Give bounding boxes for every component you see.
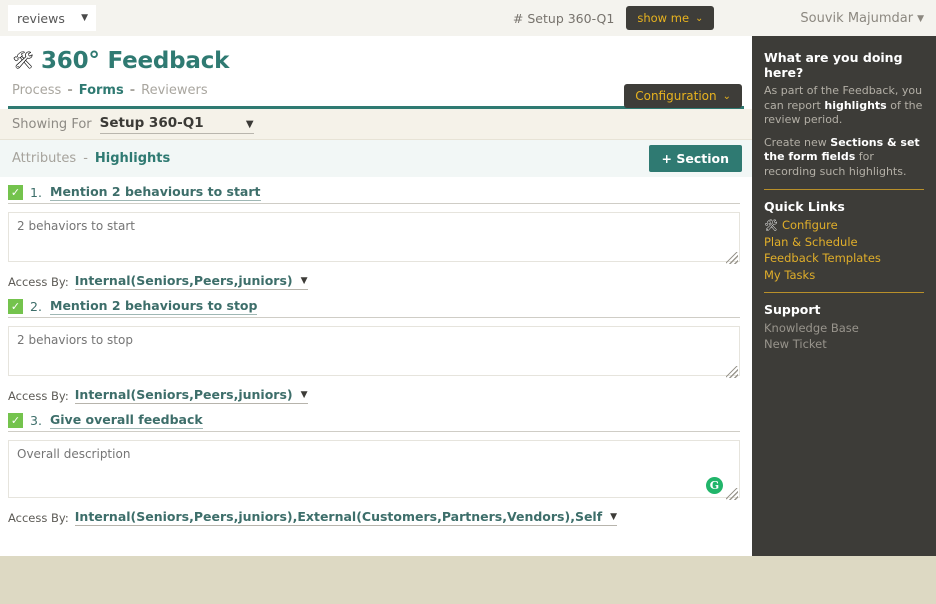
access-by-dropdown[interactable]: Internal(Seniors,Peers,juniors) ▼ bbox=[74, 273, 308, 290]
configuration-button[interactable]: Configuration ⌄ bbox=[624, 84, 742, 108]
form-item-number: 2. bbox=[30, 298, 42, 314]
access-by-value: Internal(Seniors,Peers,juniors) bbox=[74, 273, 293, 288]
help-p1-highlight: highlights bbox=[824, 98, 887, 112]
sidebar-item-feedback-templates[interactable]: Feedback Templates bbox=[764, 251, 924, 265]
sidebar-item-configure[interactable]: 🛠 Configure bbox=[764, 218, 924, 232]
form-item-number: 3. bbox=[30, 412, 42, 428]
grammarly-icon[interactable]: G bbox=[706, 477, 723, 494]
show-me-label: show me bbox=[637, 11, 690, 25]
form-item: ✓ 2. Mention 2 behaviours to stop Access… bbox=[8, 297, 740, 404]
top-bar: reviews ▼ # Setup 360-Q1 show me ⌄ Souvi… bbox=[0, 0, 936, 36]
sidebar-item-my-tasks[interactable]: My Tasks bbox=[764, 268, 924, 282]
app-root: reviews ▼ # Setup 360-Q1 show me ⌄ Souvi… bbox=[0, 0, 936, 604]
tab-list: Attributes - Highlights bbox=[12, 151, 170, 166]
access-by-dropdown[interactable]: Internal(Seniors,Peers,juniors) ▼ bbox=[74, 387, 308, 404]
showing-for-label: Showing For bbox=[12, 116, 92, 132]
showing-for-value: Setup 360-Q1 bbox=[99, 114, 204, 131]
sidebar-item-plan-schedule[interactable]: Plan & Schedule bbox=[764, 235, 924, 249]
access-by-label: Access By: bbox=[8, 275, 69, 289]
sidebar-divider bbox=[764, 189, 924, 191]
help-paragraph-2: Create new Sections & set the form field… bbox=[764, 136, 924, 180]
checkbox-checked-icon[interactable]: ✓ bbox=[8, 412, 23, 428]
access-by-label: Access By: bbox=[8, 389, 69, 403]
form-item-textarea[interactable] bbox=[8, 440, 740, 498]
access-by-row: Access By: Internal(Seniors,Peers,junior… bbox=[8, 273, 740, 290]
breadcrumb-separator: - bbox=[67, 83, 73, 98]
main-panel: 🛠 360° Feedback Process - Forms - Review… bbox=[0, 36, 752, 556]
checkbox-checked-icon[interactable]: ✓ bbox=[8, 184, 23, 200]
user-menu[interactable]: Souvik Majumdar ▼ bbox=[800, 11, 924, 26]
checkbox-checked-icon[interactable]: ✓ bbox=[8, 298, 23, 314]
add-section-button[interactable]: + Section bbox=[648, 145, 742, 172]
quick-links-title: Quick Links bbox=[764, 199, 845, 215]
form-item-header: ✓ 3. Give overall feedback bbox=[8, 411, 740, 432]
sidebar-item-label: My Tasks bbox=[764, 267, 816, 282]
breadcrumb-item-process[interactable]: Process bbox=[12, 83, 61, 98]
access-by-value: Internal(Seniors,Peers,juniors) bbox=[74, 387, 293, 402]
tabs-bar: Attributes - Highlights + Section bbox=[0, 140, 752, 177]
access-by-row: Access By: Internal(Seniors,Peers,junior… bbox=[8, 387, 740, 404]
page-header: 🛠 360° Feedback Process - Forms - Review… bbox=[0, 36, 752, 108]
chevron-down-icon: ⌄ bbox=[695, 12, 704, 24]
form-item-textarea-wrap bbox=[8, 326, 740, 380]
setup-context-label: # Setup 360-Q1 bbox=[512, 10, 615, 26]
form-item-list: ✓ 1. Mention 2 behaviours to start Acces… bbox=[0, 177, 752, 526]
tab-highlights[interactable]: Highlights bbox=[95, 151, 170, 166]
chevron-down-icon: ▼ bbox=[300, 275, 308, 286]
form-item-textarea-wrap bbox=[8, 212, 740, 266]
page-title: 360° Feedback bbox=[41, 48, 230, 74]
tools-icon: 🛠 bbox=[764, 218, 778, 232]
breadcrumb-item-forms[interactable]: Forms bbox=[79, 83, 124, 98]
sidebar-divider bbox=[764, 291, 924, 293]
access-by-label: Access By: bbox=[8, 511, 69, 525]
breadcrumb-item-reviewers[interactable]: Reviewers bbox=[141, 83, 208, 98]
tools-icon: 🛠 bbox=[12, 50, 34, 71]
page-footer-strip bbox=[0, 556, 936, 604]
access-by-dropdown[interactable]: Internal(Seniors,Peers,juniors),External… bbox=[74, 509, 618, 526]
form-item-title[interactable]: Mention 2 behaviours to stop bbox=[50, 298, 258, 315]
form-item: ✓ 3. Give overall feedback G Access By: … bbox=[8, 411, 740, 526]
chevron-down-icon: ▼ bbox=[81, 13, 88, 23]
support-title: Support bbox=[764, 301, 821, 317]
chevron-down-icon: ▼ bbox=[300, 389, 308, 400]
tab-attributes[interactable]: Attributes bbox=[12, 151, 76, 166]
form-item-header: ✓ 1. Mention 2 behaviours to start bbox=[8, 183, 740, 204]
context-dropdown[interactable]: reviews ▼ bbox=[8, 5, 96, 31]
showing-for-bar: Showing For Setup 360-Q1 ▼ bbox=[0, 109, 752, 140]
configuration-label: Configuration bbox=[635, 89, 717, 103]
chevron-down-icon: ▼ bbox=[245, 118, 254, 130]
show-me-button[interactable]: show me ⌄ bbox=[626, 6, 715, 30]
help-title: What are you doing here? bbox=[764, 50, 903, 80]
form-item: ✓ 1. Mention 2 behaviours to start Acces… bbox=[8, 183, 740, 290]
sidebar-item-label: Configure bbox=[781, 218, 838, 233]
form-item-title[interactable]: Mention 2 behaviours to start bbox=[50, 184, 261, 201]
form-item-header: ✓ 2. Mention 2 behaviours to stop bbox=[8, 297, 740, 318]
form-item-textarea-wrap: G bbox=[8, 440, 740, 502]
breadcrumb-separator: - bbox=[129, 83, 136, 98]
sidebar-item-label: Plan & Schedule bbox=[764, 234, 858, 249]
chevron-down-icon: ▼ bbox=[917, 14, 924, 24]
help-sidebar: What are you doing here? As part of the … bbox=[752, 36, 936, 556]
help-paragraph-1: As part of the Feedback, you can report … bbox=[764, 84, 924, 128]
chevron-down-icon: ▼ bbox=[610, 511, 618, 522]
sidebar-item-knowledge-base[interactable]: Knowledge Base bbox=[764, 321, 924, 335]
form-item-textarea[interactable] bbox=[8, 212, 740, 262]
chevron-down-icon: ⌄ bbox=[722, 90, 731, 102]
tab-separator: - bbox=[83, 151, 88, 166]
form-item-number: 1. bbox=[30, 184, 42, 200]
context-dropdown-value: reviews bbox=[17, 10, 65, 26]
help-p2-part-a: Create new bbox=[764, 135, 831, 149]
access-by-value: Internal(Seniors,Peers,juniors),External… bbox=[74, 509, 603, 524]
sidebar-item-new-ticket[interactable]: New Ticket bbox=[764, 337, 924, 351]
page-title-row: 🛠 360° Feedback bbox=[12, 48, 740, 74]
sidebar-item-label: Feedback Templates bbox=[764, 251, 881, 266]
form-item-textarea[interactable] bbox=[8, 326, 740, 376]
access-by-row: Access By: Internal(Seniors,Peers,junior… bbox=[8, 509, 740, 526]
form-item-title[interactable]: Give overall feedback bbox=[50, 412, 203, 429]
user-name: Souvik Majumdar bbox=[800, 10, 914, 26]
showing-for-dropdown[interactable]: Setup 360-Q1 ▼ bbox=[99, 114, 254, 134]
